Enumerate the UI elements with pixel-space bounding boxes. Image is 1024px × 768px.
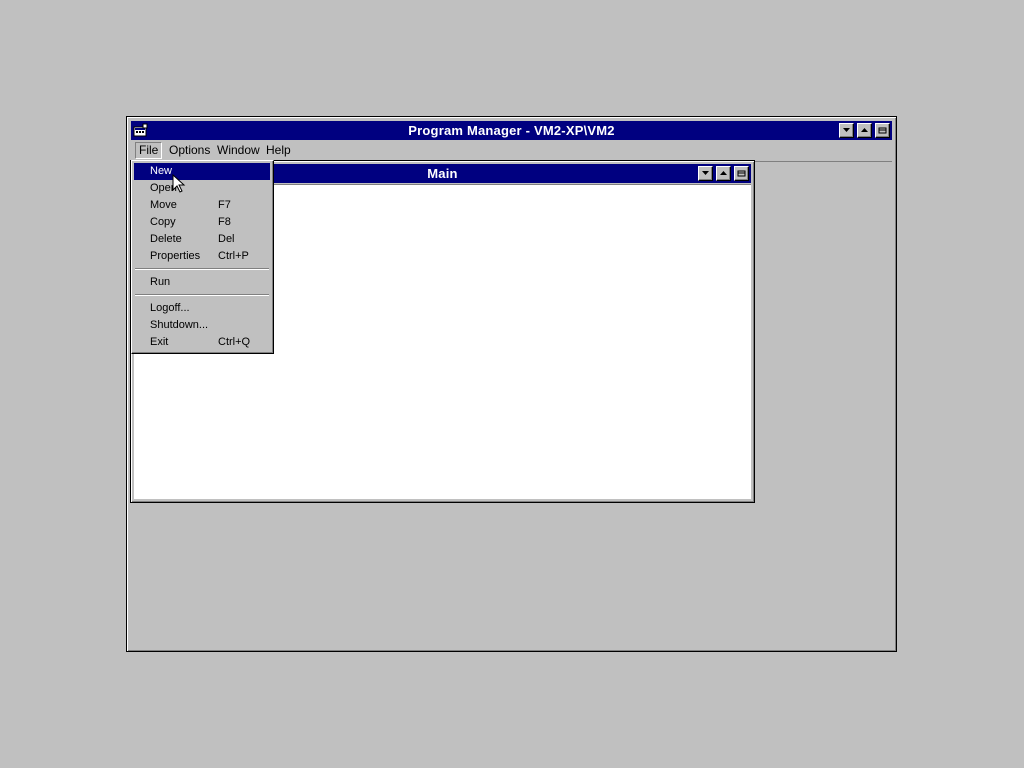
file-menu-item-exit[interactable]: Exit Ctrl+Q	[134, 334, 270, 351]
menu-item-shortcut: Del	[218, 233, 235, 245]
menu-item-label: New	[150, 165, 173, 177]
maximize-arrow-icon	[861, 128, 868, 132]
minimize-button[interactable]	[839, 123, 854, 138]
menu-item-label: Copy	[150, 216, 176, 228]
restore-button[interactable]	[875, 123, 890, 138]
minimize-arrow-icon	[843, 128, 850, 132]
restore-icon	[878, 127, 887, 134]
restore-icon	[737, 170, 746, 177]
menu-item-shortcut: Ctrl+P	[218, 250, 249, 262]
main-minimize-button[interactable]	[698, 166, 713, 181]
file-menu-item-open[interactable]: Open	[134, 180, 270, 197]
file-menu-item-move[interactable]: Move F7	[134, 197, 270, 214]
menu-window[interactable]: Window	[213, 142, 264, 159]
menu-item-label: Delete	[150, 233, 182, 245]
menu-separator	[135, 268, 269, 270]
menu-item-shortcut: F8	[218, 216, 231, 228]
menu-help[interactable]: Help	[262, 142, 295, 159]
menu-item-shortcut: Ctrl+Q	[218, 336, 251, 348]
program-manager-title: Program Manager - VM2-XP\VM2	[408, 123, 615, 138]
program-manager-menubar: File Options Window Help	[131, 141, 892, 160]
maximize-button[interactable]	[857, 123, 872, 138]
maximize-arrow-icon	[720, 171, 727, 175]
file-menu-item-new[interactable]: New	[134, 163, 270, 180]
file-menu-item-delete[interactable]: Delete Del	[134, 231, 270, 248]
menu-file[interactable]: File	[135, 142, 163, 159]
main-restore-button[interactable]	[734, 166, 749, 181]
menu-item-label: Shutdown...	[150, 319, 209, 331]
file-menu-item-copy[interactable]: Copy F8	[134, 214, 270, 231]
file-menu-dropdown: New Open Move F7 Copy F8 Delete Del Prop…	[131, 160, 274, 354]
menu-item-shortcut: F7	[218, 199, 231, 211]
main-maximize-button[interactable]	[716, 166, 731, 181]
file-menu-item-shutdown[interactable]: Shutdown...	[134, 317, 270, 334]
file-menu-item-run[interactable]: Run	[134, 274, 270, 291]
program-manager-titlebar[interactable]: Program Manager - VM2-XP\VM2	[131, 121, 892, 140]
minimize-arrow-icon	[702, 171, 709, 175]
menu-item-label: Run	[150, 276, 171, 288]
mouse-pointer-icon	[172, 174, 186, 193]
menu-item-label: Logoff...	[150, 302, 190, 314]
menu-options[interactable]: Options	[165, 142, 214, 159]
menu-item-label: Properties	[150, 250, 201, 262]
menu-separator	[135, 294, 269, 296]
file-menu-item-logoff[interactable]: Logoff...	[134, 300, 270, 317]
menu-item-label: Exit	[150, 336, 169, 348]
file-menu-item-properties[interactable]: Properties Ctrl+P	[134, 248, 270, 265]
menu-item-label: Move	[150, 199, 177, 211]
